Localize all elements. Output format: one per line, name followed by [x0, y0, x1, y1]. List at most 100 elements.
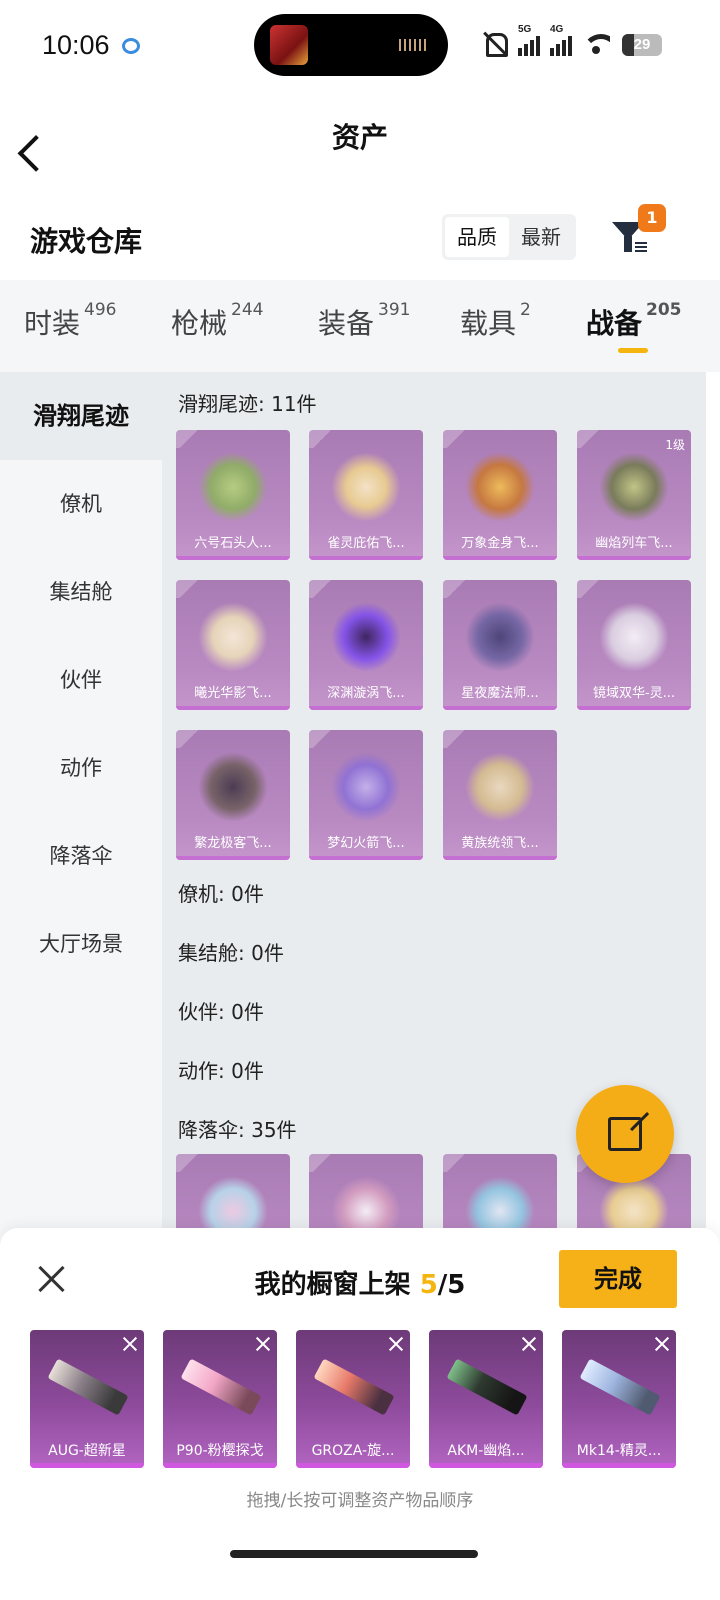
item-art — [465, 1176, 535, 1228]
filter-button[interactable]: 1 — [608, 204, 666, 264]
item-art — [599, 602, 669, 672]
item-card[interactable]: 万象金身飞... — [443, 430, 557, 560]
dynamic-island[interactable] — [254, 14, 448, 76]
done-button[interactable]: 完成 — [559, 1250, 677, 1308]
warehouse-title: 游戏仓库 — [30, 225, 143, 258]
item-label: 黄族统领飞... — [461, 836, 539, 851]
item-art — [198, 452, 268, 522]
item-art — [465, 452, 535, 522]
item-card[interactable]: 黄族统领飞... — [443, 730, 557, 860]
tab-firearms[interactable]: 枪械 244 — [171, 300, 263, 342]
group-title-partner: 伙伴: 0件 — [178, 1000, 264, 1024]
sidebar-item-parachute[interactable]: 降落伞 — [0, 812, 162, 900]
showcase-item[interactable]: Mk14-精灵... — [562, 1330, 676, 1468]
audio-wave-icon — [399, 39, 429, 51]
home-indicator[interactable] — [230, 1550, 478, 1558]
filter-badge: 1 — [638, 204, 666, 232]
item-label: 繁龙极客飞... — [194, 836, 272, 851]
group-title-trails: 滑翔尾迹: 11件 — [178, 392, 317, 416]
item-art — [198, 752, 268, 822]
item-art — [465, 752, 535, 822]
weapon-art — [180, 1358, 262, 1416]
sort-latest-option[interactable]: 最新 — [509, 217, 573, 257]
showcase-item[interactable]: AKM-幽焰... — [429, 1330, 543, 1468]
remove-icon[interactable] — [654, 1336, 670, 1352]
item-card[interactable] — [176, 1154, 290, 1228]
tab-equipment[interactable]: 装备 391 — [318, 300, 411, 342]
item-card[interactable]: 镜域双华-灵... — [577, 580, 691, 710]
item-art — [465, 602, 535, 672]
item-card[interactable]: 雀灵庇佑飞... — [309, 430, 423, 560]
sidebar-item-partner[interactable]: 伙伴 — [0, 636, 162, 724]
weapon-art — [579, 1358, 661, 1416]
item-card[interactable]: 深渊漩涡飞... — [309, 580, 423, 710]
sort-toggle: 品质 最新 — [442, 214, 576, 260]
item-label: 幽焰列车飞... — [595, 536, 673, 551]
page-title: 资产 — [331, 121, 388, 154]
reorder-hint: 拖拽/长按可调整资产物品顺序 — [246, 1491, 474, 1511]
remove-icon[interactable] — [521, 1336, 537, 1352]
sort-quality-option[interactable]: 品质 — [445, 217, 509, 257]
weapon-label: P90-粉樱探戈 — [176, 1443, 264, 1459]
item-label: 镜域双华-灵... — [592, 686, 676, 701]
showcase-total: /5 — [437, 1270, 466, 1300]
tab-label: 载具 — [460, 307, 517, 340]
item-card[interactable]: 六号石头人... — [176, 430, 290, 560]
wifi-icon — [582, 32, 610, 54]
item-art — [599, 1176, 669, 1228]
sidebar-item-assembly-pod[interactable]: 集结舱 — [0, 548, 162, 636]
status-time: 10:06 — [42, 30, 110, 60]
item-card[interactable]: 梦幻火箭飞... — [309, 730, 423, 860]
mute-icon — [482, 30, 508, 57]
showcase-item[interactable]: GROZA-旋... — [296, 1330, 410, 1468]
item-art — [331, 752, 401, 822]
showcase-item[interactable]: AUG-超新星 — [30, 1330, 144, 1468]
item-card[interactable] — [443, 1154, 557, 1228]
showcase-count: 5 — [419, 1270, 438, 1300]
remove-icon[interactable] — [122, 1336, 138, 1352]
item-card[interactable]: 1级 幽焰列车飞... — [577, 430, 691, 560]
sidebar-item-glide-trail[interactable]: 滑翔尾迹 — [0, 372, 162, 460]
tab-count: 205 — [646, 300, 682, 320]
item-label: 六号石头人... — [194, 536, 272, 551]
item-card[interactable] — [309, 1154, 423, 1228]
weapon-art — [47, 1358, 129, 1416]
sidebar-item-lobby-scene[interactable]: 大厅场景 — [0, 900, 162, 988]
item-label: 万象金身飞... — [461, 536, 539, 551]
showcase-title-text: 我的橱窗上架 — [254, 1270, 420, 1300]
chat-notification-icon — [122, 38, 140, 54]
tab-count: 391 — [378, 300, 411, 320]
status-bar: 10:06 5G 4G 29 — [0, 0, 720, 92]
item-art — [599, 452, 669, 522]
group-title-emote: 动作: 0件 — [178, 1059, 264, 1083]
tab-fashion[interactable]: 时装 496 — [24, 300, 117, 342]
tab-count: 496 — [84, 300, 117, 320]
weapon-label: AKM-幽焰... — [447, 1443, 525, 1459]
showcase-item[interactable]: P90-粉樱探戈 — [163, 1330, 277, 1468]
tab-label: 装备 — [318, 307, 375, 340]
item-card[interactable]: 星夜魔法师... — [443, 580, 557, 710]
signal-5g-label: 5G — [518, 24, 532, 35]
item-card[interactable]: 曦光华影飞... — [176, 580, 290, 710]
weapon-art — [446, 1358, 528, 1416]
remove-icon[interactable] — [388, 1336, 404, 1352]
tab-vehicles[interactable]: 载具 2 — [460, 300, 531, 342]
weapon-label: GROZA-旋... — [311, 1443, 395, 1459]
signal-5g-icon: 5G — [518, 24, 540, 56]
warehouse-header: 游戏仓库 品质 最新 1 — [0, 200, 720, 280]
item-art — [198, 602, 268, 672]
item-label: 曦光华影飞... — [194, 686, 272, 701]
tab-label: 战备 — [586, 307, 643, 340]
showcase-sheet: 我的橱窗上架 5/5 完成 AUG-超新星 P90-粉樱探戈 GROZA-旋..… — [0, 1228, 720, 1600]
item-level-badge: 1级 — [665, 438, 685, 452]
tab-count: 2 — [520, 300, 531, 320]
tab-readiness[interactable]: 战备 205 — [586, 300, 682, 342]
item-card[interactable]: 繁龙极客飞... — [176, 730, 290, 860]
item-art — [198, 1176, 268, 1228]
group-title-assembly-pod: 集结舱: 0件 — [178, 941, 284, 965]
share-button[interactable] — [576, 1085, 674, 1183]
remove-icon[interactable] — [255, 1336, 271, 1352]
sidebar-item-wingman[interactable]: 僚机 — [0, 460, 162, 548]
sidebar-item-emote[interactable]: 动作 — [0, 724, 162, 812]
tab-label: 枪械 — [171, 307, 228, 340]
